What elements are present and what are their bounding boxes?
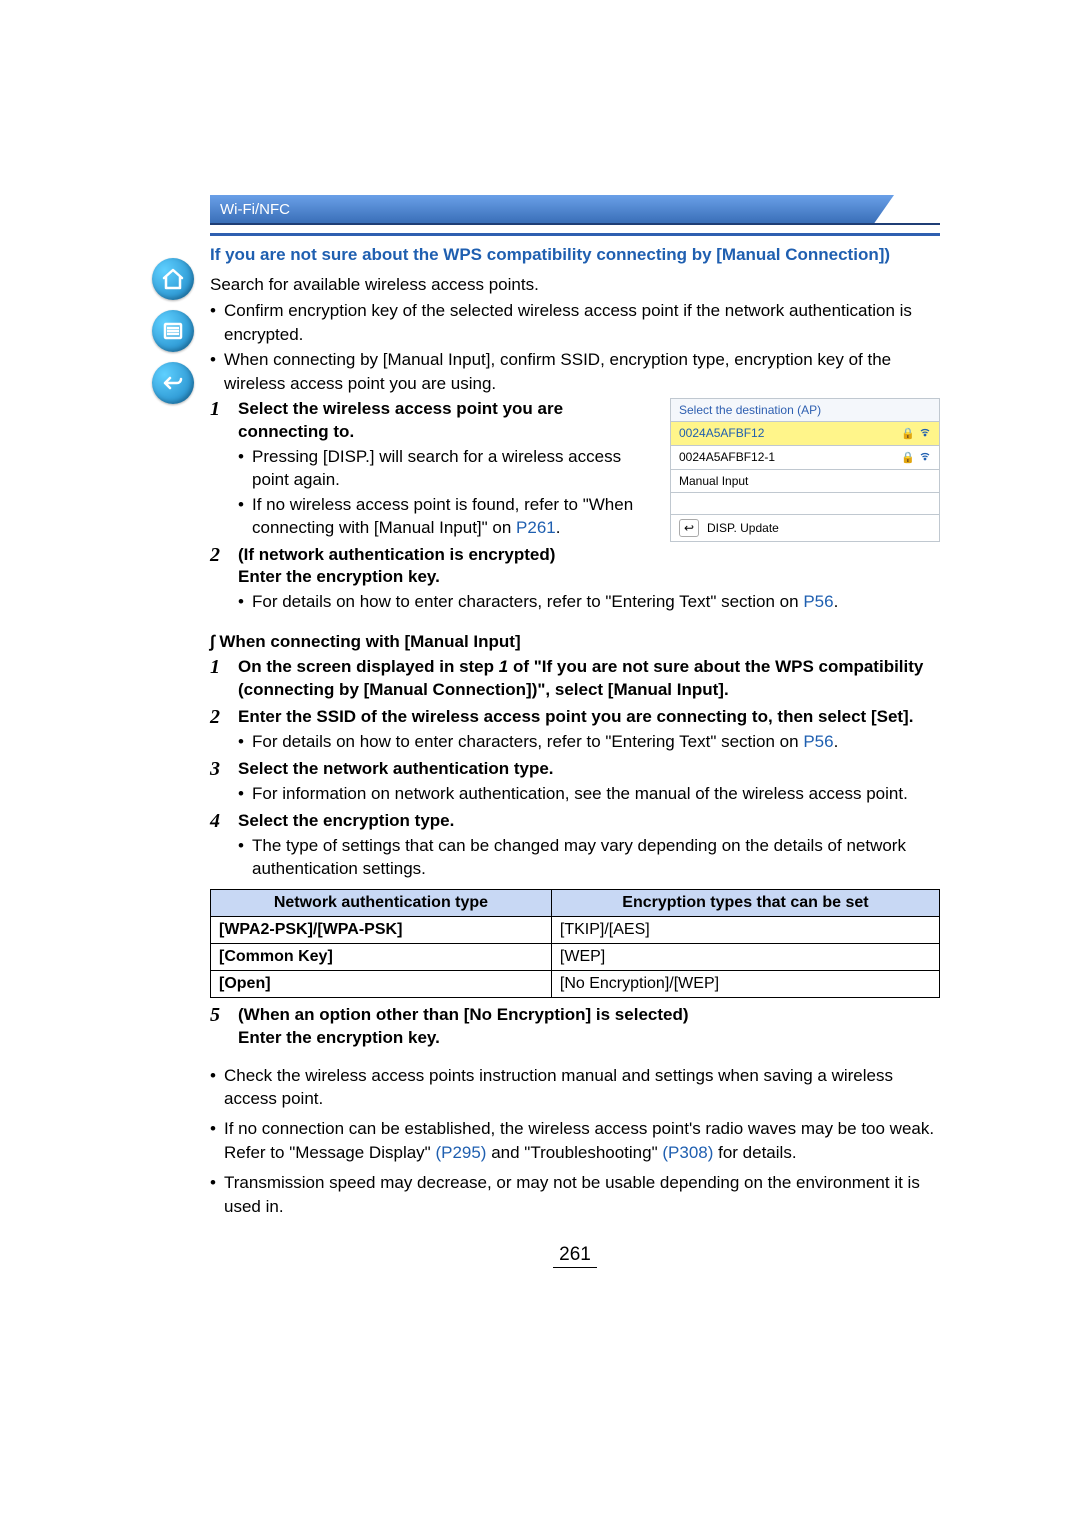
step-number: 4	[210, 810, 238, 881]
table-header: Encryption types that can be set	[551, 889, 939, 916]
encryption-table: Network authentication typeEncryption ty…	[210, 889, 940, 998]
step-title: Select the network authentication type.	[238, 759, 554, 778]
ap-row[interactable]: 0024A5AFBF12-1 🔒	[671, 445, 939, 469]
lock-icon: 🔒	[901, 451, 915, 464]
back-icon[interactable]	[152, 362, 194, 404]
intro-bullet: Confirm encryption key of the selected w…	[210, 299, 940, 347]
step-number: 2	[210, 544, 238, 615]
table-cell: [TKIP]/[AES]	[551, 916, 939, 943]
step-number: 1	[210, 398, 238, 540]
ap-row[interactable]: Manual Input	[671, 469, 939, 492]
step: 4Select the encryption type. The type of …	[210, 810, 940, 881]
step-sub-bullet: The type of settings that can be changed…	[238, 835, 940, 881]
step-number: 2	[210, 706, 238, 754]
table-cell: [Open]	[211, 970, 552, 997]
step-body: On the screen displayed in step 1 of "If…	[238, 656, 940, 702]
step: 1Select the wireless access point you ar…	[210, 398, 654, 540]
ap-panel-title: Select the destination (AP)	[671, 399, 939, 421]
table-cell: [Common Key]	[211, 943, 552, 970]
section-header: Wi-Fi/NFC	[210, 195, 940, 225]
step: 2Enter the SSID of the wireless access p…	[210, 706, 940, 754]
step-body: Select the wireless access point you are…	[238, 398, 654, 540]
step-title: (When an option other than [No Encryptio…	[238, 1005, 689, 1047]
table-cell: [WEP]	[551, 943, 939, 970]
home-icon[interactable]	[152, 258, 194, 300]
step-number: 1	[210, 656, 238, 702]
breadcrumb: Wi-Fi/NFC	[220, 201, 290, 218]
page-ref-link[interactable]: P56	[803, 732, 833, 751]
wifi-icon	[919, 426, 931, 441]
table-row: [Common Key][WEP]	[211, 943, 940, 970]
ap-footer-label: DISP. Update	[707, 521, 779, 535]
page-ref-link[interactable]: (P308)	[662, 1143, 713, 1162]
ap-ssid: Manual Input	[679, 474, 748, 488]
step: 3Select the network authentication type.…	[210, 758, 940, 806]
table-cell: [No Encryption]/[WEP]	[551, 970, 939, 997]
step-body: (When an option other than [No Encryptio…	[238, 1004, 940, 1050]
step-body: Enter the SSID of the wireless access po…	[238, 706, 940, 754]
step-title: Select the encryption type.	[238, 811, 454, 830]
note-bullet: Transmission speed may decrease, or may …	[210, 1171, 940, 1219]
ap-row[interactable]: 0024A5AFBF12 🔒	[671, 421, 939, 445]
intro-bullet: When connecting by [Manual Input], confi…	[210, 348, 940, 396]
page-number: 261	[210, 1244, 940, 1266]
table-cell: [WPA2-PSK]/[WPA-PSK]	[211, 916, 552, 943]
step-body: (If network authentication is encrypted)…	[238, 544, 940, 615]
table-row: [Open][No Encryption]/[WEP]	[211, 970, 940, 997]
ap-ssid: 0024A5AFBF12	[679, 426, 764, 440]
step-body: Select the network authentication type. F…	[238, 758, 940, 806]
intro-text: Search for available wireless access poi…	[210, 273, 940, 297]
ap-panel-footer: ↩ DISP. Update	[671, 514, 939, 541]
step-body: Select the encryption type. The type of s…	[238, 810, 940, 881]
table-row: [WPA2-PSK]/[WPA-PSK][TKIP]/[AES]	[211, 916, 940, 943]
step-title: Enter the SSID of the wireless access po…	[238, 707, 913, 726]
step: 5(When an option other than [No Encrypti…	[210, 1004, 940, 1050]
step-number: 5	[210, 1004, 238, 1050]
ap-ssid: 0024A5AFBF12-1	[679, 450, 775, 464]
page-ref-link[interactable]: (P295)	[435, 1143, 486, 1162]
page-content: Wi-Fi/NFC If you are not sure about the …	[210, 195, 940, 1266]
step-sub-bullet: For information on network authenticatio…	[238, 783, 940, 806]
note-bullet: Check the wireless access points instruc…	[210, 1064, 940, 1112]
subsection-heading: When connecting with [Manual Input]	[210, 632, 940, 652]
notes-section: Check the wireless access points instruc…	[210, 1064, 940, 1219]
note-bullet: If no connection can be established, the…	[210, 1117, 940, 1165]
lock-icon: 🔒	[901, 427, 915, 440]
step: 2(If network authentication is encrypted…	[210, 544, 940, 615]
step: 1On the screen displayed in step 1 of "I…	[210, 656, 940, 702]
step-sub-bullet: Pressing [DISP.] will search for a wirel…	[238, 446, 654, 492]
menu-icon[interactable]	[152, 310, 194, 352]
sidebar-nav	[152, 258, 198, 414]
ap-selection-panel: Select the destination (AP) 0024A5AFBF12…	[670, 398, 940, 542]
page-ref-link[interactable]: P261	[516, 518, 556, 537]
step-title: Select the wireless access point you are…	[238, 399, 563, 441]
wifi-icon	[919, 450, 931, 465]
step-sub-bullet: For details on how to enter characters, …	[238, 731, 940, 754]
table-header: Network authentication type	[211, 889, 552, 916]
ap-back-icon[interactable]: ↩	[679, 519, 699, 537]
section-title: If you are not sure about the WPS compat…	[210, 244, 940, 267]
step-title: (If network authentication is encrypted)…	[238, 545, 555, 587]
step-sub-bullet: If no wireless access point is found, re…	[238, 494, 654, 540]
step-sub-bullet: For details on how to enter characters, …	[238, 591, 940, 614]
step-number: 3	[210, 758, 238, 806]
step-title: On the screen displayed in step 1 of "If…	[238, 657, 923, 699]
page-ref-link[interactable]: P56	[803, 592, 833, 611]
divider	[210, 233, 940, 236]
